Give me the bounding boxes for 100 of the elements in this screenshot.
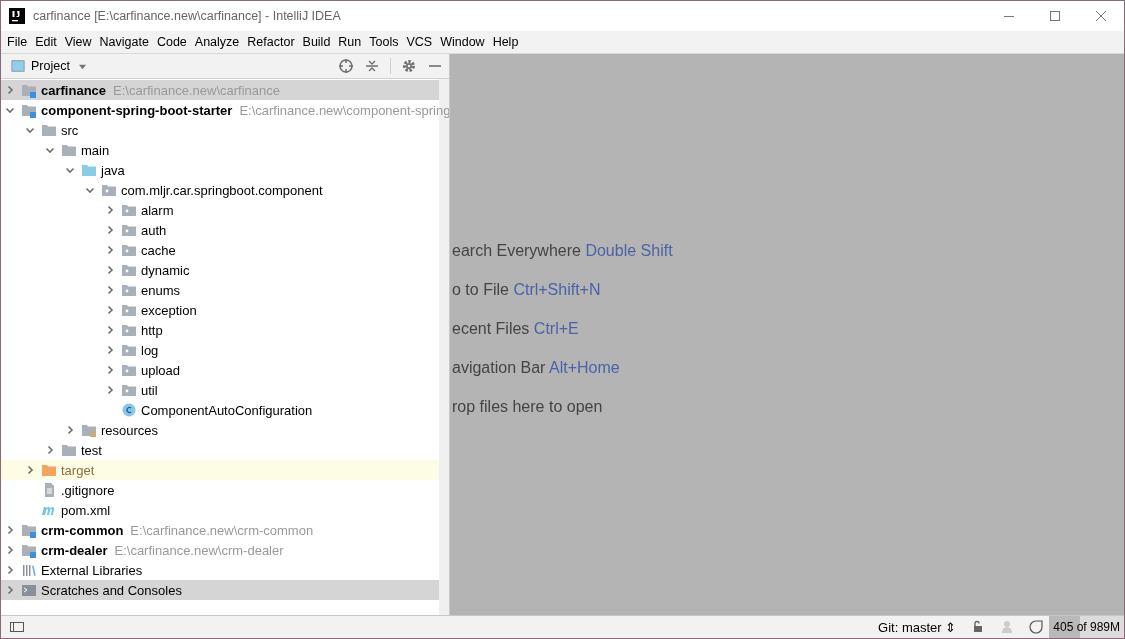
- editor-hint: avigation Bar Alt+Home: [452, 359, 621, 378]
- item-label: carfinance: [41, 82, 107, 98]
- libraries-icon: [21, 562, 37, 578]
- tree-row[interactable]: .gitignore: [1, 480, 439, 500]
- module-path: E:\carfinance.new\crm-dealer: [114, 542, 284, 558]
- item-label: pom.xml: [61, 502, 111, 518]
- tree-row[interactable]: http: [1, 320, 439, 340]
- tree-row[interactable]: Scratches and Consoles: [1, 580, 439, 600]
- item-label: alarm: [141, 202, 174, 218]
- package-folder-icon: [121, 362, 137, 378]
- settings-icon[interactable]: [401, 58, 417, 74]
- collapse-all-icon[interactable]: [364, 58, 380, 74]
- panel-icon: [11, 59, 25, 73]
- editor-hint: o to File Ctrl+Shift+N: [452, 281, 602, 300]
- tree-row[interactable]: util: [1, 380, 439, 400]
- package-folder-icon: [121, 342, 137, 358]
- tree-row[interactable]: carfinance E:\carfinance.new\carfinance: [1, 80, 439, 100]
- tree-row[interactable]: component-spring-boot-starter E:\carfinance.new\component-spring: [1, 100, 449, 120]
- menu-item[interactable]: Code: [152, 35, 191, 49]
- tree-row[interactable]: com.mljr.car.springboot.component: [1, 180, 439, 200]
- tree-row[interactable]: External Libraries: [1, 560, 439, 580]
- package-folder-icon: [121, 242, 137, 258]
- tree-row[interactable]: test: [1, 440, 439, 460]
- menu-item[interactable]: Navigate: [95, 35, 153, 49]
- tree-row[interactable]: cache: [1, 240, 439, 260]
- item-label: java: [101, 162, 125, 178]
- menu-item[interactable]: Window: [436, 35, 489, 49]
- item-label: crm-common: [41, 522, 124, 538]
- menu-item[interactable]: Tools: [365, 35, 403, 49]
- menu-item[interactable]: Help: [488, 35, 523, 49]
- menu-item[interactable]: View: [60, 35, 96, 49]
- window-title: carfinance [E:\carfinance.new\carfinance] - IntelliJ IDEA: [33, 9, 341, 23]
- package-folder-icon: [121, 222, 137, 238]
- tree-row[interactable]: alarm: [1, 200, 439, 220]
- package-folder-icon: [101, 182, 117, 198]
- item-label: cache: [141, 242, 176, 258]
- app-logo-icon: [9, 8, 25, 24]
- module-folder-icon: [21, 522, 37, 538]
- tool-windows-icon[interactable]: [9, 619, 25, 635]
- item-label: .gitignore: [61, 482, 115, 498]
- package-folder-icon: [121, 322, 137, 338]
- folder-icon: [61, 142, 77, 158]
- menu-item[interactable]: File: [3, 35, 32, 49]
- tree-row[interactable]: target: [1, 460, 439, 480]
- item-label: crm-dealer: [41, 542, 108, 558]
- tree-row[interactable]: pom.xml: [1, 500, 439, 520]
- menu-item[interactable]: Run: [334, 35, 366, 49]
- folder-icon: [81, 162, 97, 178]
- tree-row[interactable]: resources: [1, 420, 439, 440]
- item-label: dynamic: [141, 262, 190, 278]
- module-path: E:\carfinance.new\crm-common: [130, 522, 314, 538]
- tree-row[interactable]: crm-dealer E:\carfinance.new\crm-dealer: [1, 540, 439, 560]
- console-icon: [21, 582, 37, 598]
- module-path: E:\carfinance.new\component-spring: [239, 102, 449, 118]
- item-label: main: [81, 142, 110, 158]
- module-folder-icon: [21, 82, 37, 98]
- locate-icon[interactable]: [338, 58, 354, 74]
- menu-item[interactable]: Analyze: [190, 35, 244, 49]
- item-label: test: [81, 442, 102, 458]
- resources-folder-icon: [81, 422, 97, 438]
- tree-row[interactable]: src: [1, 120, 439, 140]
- item-label: util: [141, 382, 158, 398]
- item-label: com.mljr.car.springboot.component: [121, 182, 323, 198]
- editor-hint: earch Everywhere Double Shift: [452, 242, 674, 261]
- package-folder-icon: [121, 282, 137, 298]
- item-label: External Libraries: [41, 562, 143, 578]
- package-folder-icon: [121, 202, 137, 218]
- item-label: src: [61, 122, 79, 138]
- tree-row[interactable]: ComponentAutoConfiguration: [1, 400, 439, 420]
- module-folder-icon: [21, 542, 37, 558]
- class-icon: [121, 402, 137, 418]
- item-label: log: [141, 342, 159, 358]
- memory-indicator-icon: [1028, 619, 1045, 635]
- tree-row[interactable]: crm-common E:\carfinance.new\crm-common: [1, 520, 439, 540]
- menu-item[interactable]: Refactor: [243, 35, 299, 49]
- package-folder-icon: [121, 262, 137, 278]
- tree-row[interactable]: enums: [1, 280, 439, 300]
- tree-row[interactable]: java: [1, 160, 439, 180]
- tree-row[interactable]: auth: [1, 220, 439, 240]
- folder-icon: [61, 442, 77, 458]
- item-label: Scratches and Consoles: [41, 582, 182, 598]
- tree-row[interactable]: dynamic: [1, 260, 439, 280]
- git-branch-widget[interactable]: Git: master ⇕: [878, 619, 957, 635]
- item-label: http: [141, 322, 163, 338]
- item-label: target: [61, 462, 95, 478]
- item-label: upload: [141, 362, 181, 378]
- tree-row[interactable]: exception: [1, 300, 439, 320]
- item-label: exception: [141, 302, 197, 318]
- memory-indicator[interactable]: 405 of 989M: [1049, 616, 1124, 638]
- menu-item[interactable]: Edit: [31, 35, 61, 49]
- tree-row[interactable]: main: [1, 140, 439, 160]
- tree-row[interactable]: upload: [1, 360, 439, 380]
- panel-title[interactable]: Project: [31, 59, 70, 73]
- module-path: E:\carfinance.new\carfinance: [113, 82, 280, 98]
- folder-icon: [41, 122, 57, 138]
- tree-row[interactable]: log: [1, 340, 439, 360]
- menu-item[interactable]: VCS: [402, 35, 437, 49]
- package-folder-icon: [121, 382, 137, 398]
- item-label: resources: [101, 422, 159, 438]
- menu-item[interactable]: Build: [298, 35, 335, 49]
